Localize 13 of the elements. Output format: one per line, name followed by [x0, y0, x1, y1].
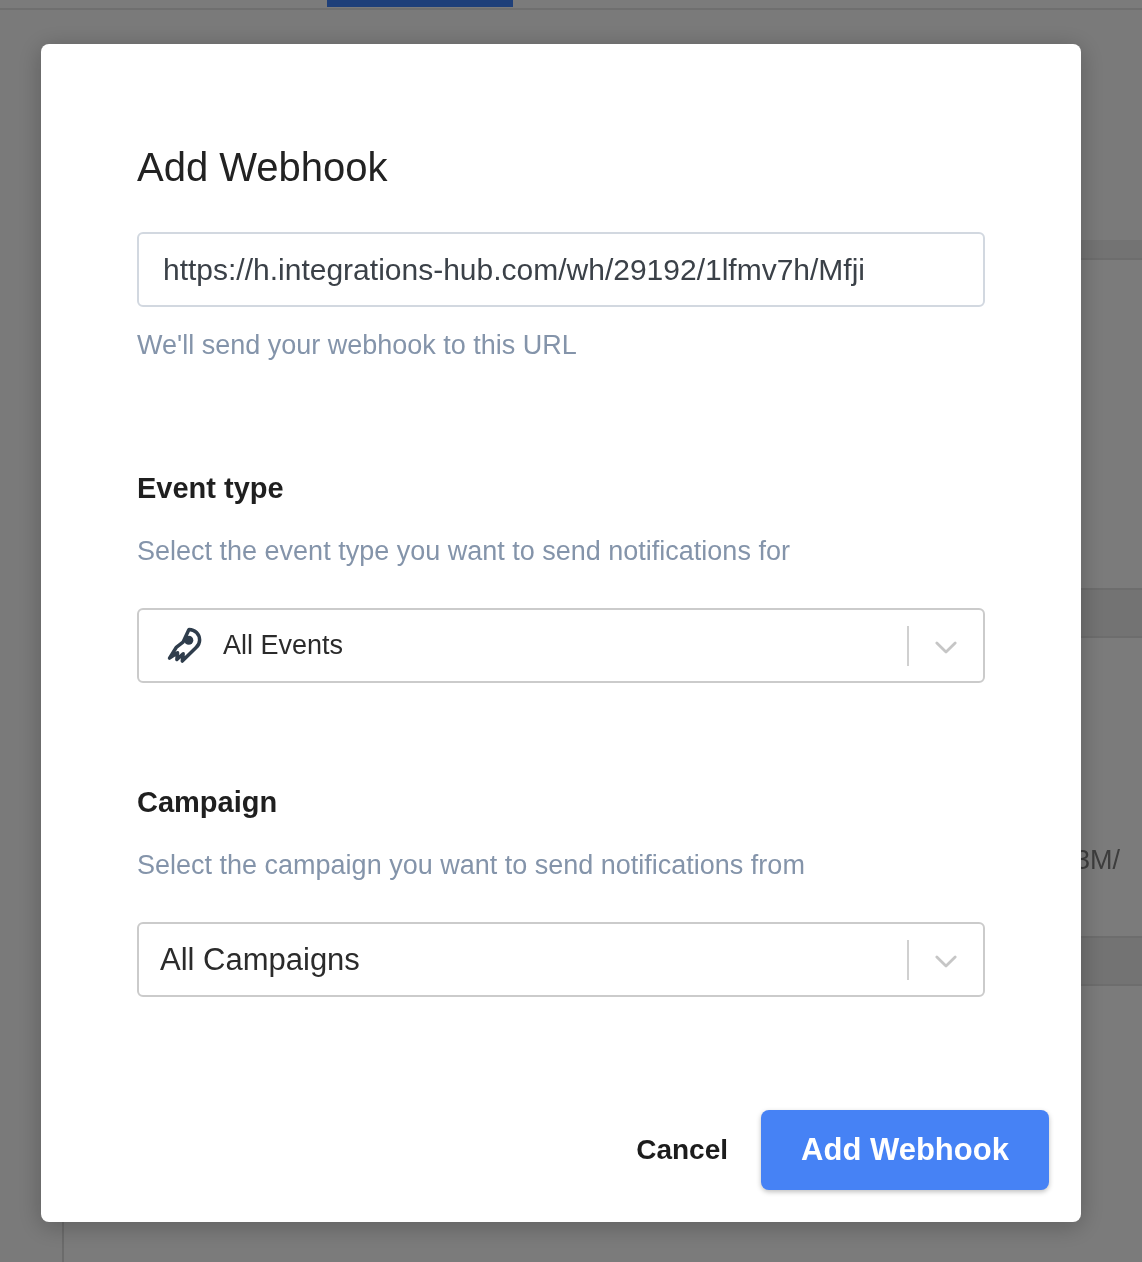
- cancel-button[interactable]: Cancel: [636, 1130, 728, 1170]
- dropdown-select[interactable]: All Events: [137, 608, 985, 683]
- dropdown-select[interactable]: All Campaigns: [137, 922, 985, 997]
- url-help-text: We'll send your webhook to this URL: [137, 329, 577, 362]
- section-description: Select the campaign you want to send notifications from: [137, 849, 805, 882]
- chevron-down-icon: [935, 640, 957, 654]
- chevron-down-icon: [935, 954, 957, 968]
- modal-title: Add Webhook: [137, 144, 388, 190]
- section-label: Campaign: [137, 785, 278, 820]
- add-webhook-button[interactable]: Add Webhook: [761, 1110, 1049, 1190]
- section-description: Select the event type you want to send notifications for: [137, 535, 790, 568]
- section-label: Event type: [137, 471, 284, 506]
- url-input-field[interactable]: https://h.integrations-hub.com/wh/29192/1lfmv7h/Mfji: [137, 232, 985, 307]
